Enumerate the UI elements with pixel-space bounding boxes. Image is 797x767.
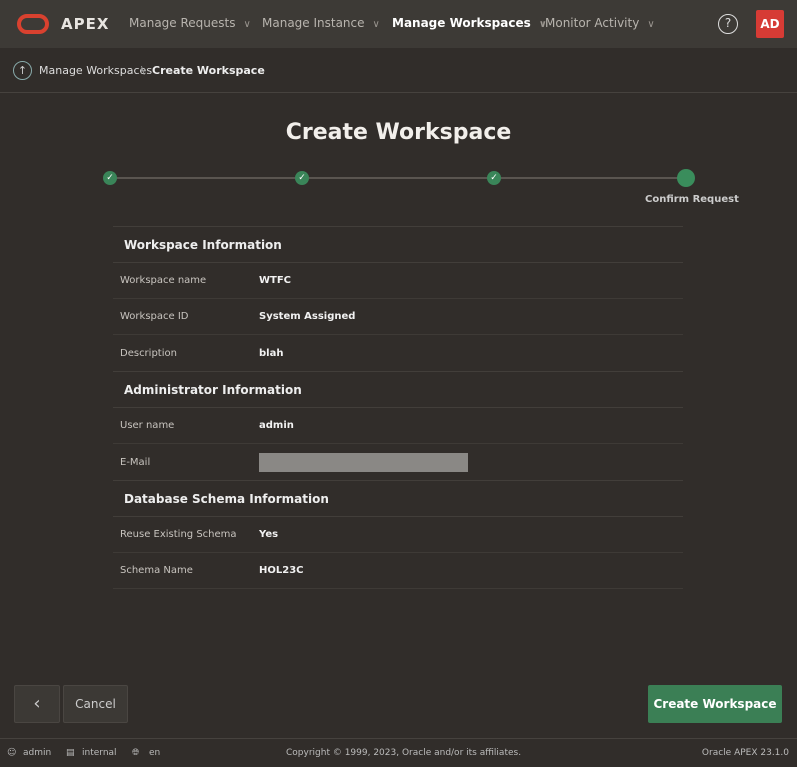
breadcrumb-parent[interactable]: Manage Workspaces (39, 64, 152, 77)
step-current-marker (677, 169, 695, 187)
nav-manage-workspaces[interactable]: Manage Workspaces ∨ (392, 16, 547, 30)
step-label-current: Confirm Request (645, 194, 739, 205)
chevron-down-icon: ∨ (243, 19, 251, 30)
nav-label: Manage Instance (262, 16, 365, 30)
nav-label: Monitor Activity (545, 16, 640, 30)
database-icon: ▤ (66, 748, 75, 758)
help-icon[interactable]: ? (718, 14, 738, 34)
nav-manage-instance[interactable]: Manage Instance ∨ (262, 16, 380, 30)
table-row: E-Mail (113, 444, 683, 480)
breadcrumb: ↑ Manage Workspaces \ Create Workspace (0, 48, 797, 93)
step-complete-check-icon: ✓ (295, 171, 309, 185)
row-label: Description (120, 347, 177, 359)
table-row: Schema Name HOL23C (113, 553, 683, 589)
table-row: User name admin (113, 408, 683, 444)
page-title: Create Workspace (285, 120, 512, 145)
footer-version: Oracle APEX 23.1.0 (701, 748, 789, 758)
previous-button[interactable]: ‹ (14, 685, 60, 723)
nav-label: Manage Requests (129, 16, 236, 30)
oracle-logo-icon[interactable] (17, 14, 49, 34)
table-row: Workspace ID System Assigned (113, 299, 683, 335)
cancel-button[interactable]: Cancel (63, 685, 128, 723)
chevron-down-icon: ∨ (372, 19, 380, 30)
footer-workspace: internal (82, 748, 117, 758)
footer: ☺ admin ▤ internal 🌐︎ en Copyright © 199… (0, 738, 797, 767)
footer-copyright: Copyright © 1999, 2023, Oracle and/or it… (286, 748, 522, 758)
nav-manage-requests[interactable]: Manage Requests ∨ (129, 16, 251, 30)
arrow-up-icon[interactable]: ↑ (13, 61, 32, 80)
row-value: admin (259, 420, 294, 431)
row-label: Workspace ID (120, 311, 189, 322)
table-row: Workspace name WTFC (113, 263, 683, 299)
breadcrumb-separator: \ (141, 64, 145, 77)
row-value: WTFC (259, 275, 292, 286)
nav-label: Manage Workspaces (392, 16, 531, 30)
globe-icon: 🌐︎ (132, 748, 140, 758)
table-row: Description blah (113, 335, 683, 371)
table-row: Reuse Existing Schema Yes (113, 517, 683, 553)
row-label: User name (120, 420, 175, 431)
section-title: Database Schema Information (113, 480, 683, 517)
redacted-email (259, 452, 468, 472)
summary-table: Workspace Information Workspace name WTFC… (113, 226, 683, 589)
section-title: Workspace Information (113, 226, 683, 263)
app-brand[interactable]: APEX (61, 15, 109, 33)
wizard-progress-track (110, 177, 686, 179)
avatar[interactable]: AD (756, 10, 784, 38)
nav-monitor-activity[interactable]: Monitor Activity ∨ (545, 16, 655, 30)
row-value: HOL23C (259, 565, 304, 576)
chevron-down-icon: ∨ (647, 19, 655, 30)
create-workspace-button[interactable]: Create Workspace (648, 685, 782, 723)
row-label: Workspace name (120, 275, 207, 286)
footer-user: admin (23, 748, 52, 758)
breadcrumb-current: Create Workspace (152, 64, 265, 77)
row-label: E-Mail (120, 456, 151, 468)
step-complete-check-icon: ✓ (487, 171, 501, 185)
user-icon: ☺ (7, 748, 17, 758)
step-complete-check-icon: ✓ (103, 171, 117, 185)
row-value: blah (259, 347, 284, 359)
section-title: Administrator Information (113, 371, 683, 408)
row-label: Schema Name (120, 565, 193, 576)
row-label: Reuse Existing Schema (120, 529, 237, 540)
row-value: System Assigned (259, 311, 356, 322)
top-header: APEX Manage Requests ∨ Manage Instance ∨ M… (0, 0, 797, 48)
footer-language[interactable]: en (149, 748, 160, 758)
row-value: Yes (259, 529, 279, 540)
